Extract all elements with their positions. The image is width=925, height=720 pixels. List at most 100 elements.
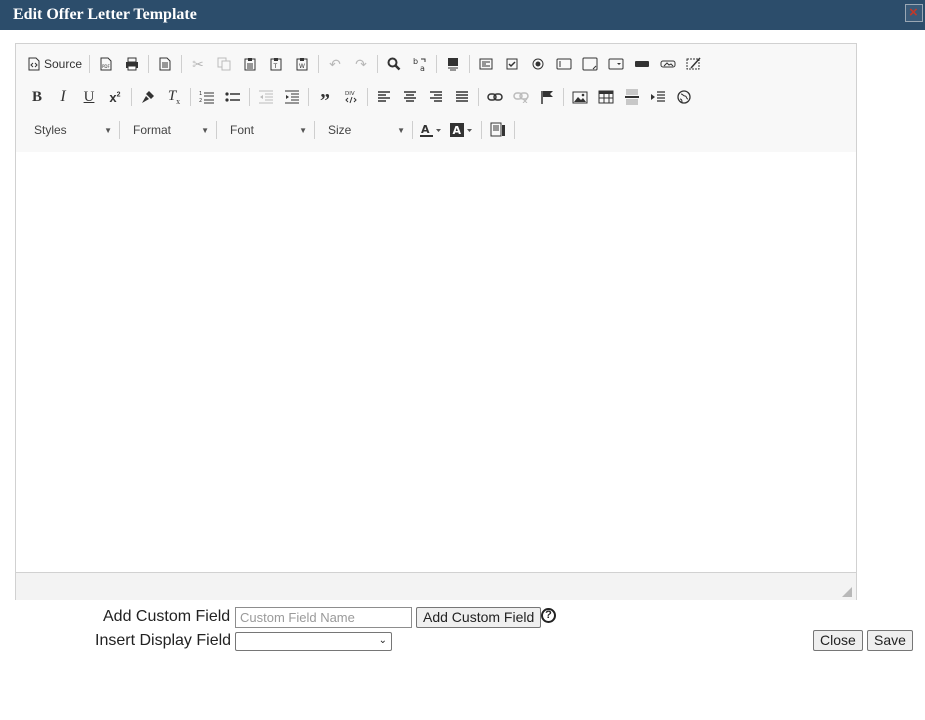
add-custom-field-button[interactable]: Add Custom Field xyxy=(416,607,542,628)
unlink-button[interactable] xyxy=(508,84,534,110)
button-widget-button[interactable] xyxy=(629,51,655,77)
background-color-button[interactable]: A xyxy=(446,117,478,143)
editor-status-bar xyxy=(16,572,856,600)
bold-icon: B xyxy=(31,88,42,105)
templates-button[interactable] xyxy=(152,51,178,77)
caret-down-icon: ▼ xyxy=(104,125,112,135)
toolbar-separator xyxy=(514,121,515,139)
size-dropdown[interactable]: Size ▼ xyxy=(318,118,409,142)
create-div-button[interactable]: DIV xyxy=(338,84,364,110)
table-button[interactable] xyxy=(593,84,619,110)
svg-text:1: 1 xyxy=(199,91,202,97)
blockquote-button[interactable]: ” xyxy=(312,84,338,111)
editor-content-area[interactable] xyxy=(16,152,856,572)
export-pdf-button[interactable]: PDF xyxy=(93,51,119,77)
close-button[interactable]: Close xyxy=(813,630,863,651)
select-all-button[interactable] xyxy=(440,51,466,77)
show-blocks-button[interactable] xyxy=(485,117,511,143)
print-button[interactable] xyxy=(119,51,145,77)
hidden-field-button[interactable] xyxy=(681,51,707,77)
save-button[interactable]: Save xyxy=(867,630,913,651)
insert-display-field-select[interactable]: ⌄ xyxy=(235,632,392,651)
image-button[interactable] xyxy=(567,84,593,110)
page-break-button[interactable] xyxy=(645,84,671,110)
iframe-button[interactable] xyxy=(671,84,697,110)
source-icon xyxy=(28,57,40,71)
paste-word-button[interactable]: W xyxy=(289,51,315,77)
source-label: Source xyxy=(44,57,83,71)
find-button[interactable] xyxy=(381,51,407,77)
toolbar-separator xyxy=(436,55,438,73)
checkbox-button[interactable] xyxy=(499,51,525,77)
caret-down-icon: ▼ xyxy=(397,125,405,135)
text-color-button[interactable]: A xyxy=(416,117,446,143)
undo-button[interactable]: ↶ xyxy=(322,51,348,77)
font-dropdown[interactable]: Font ▼ xyxy=(220,118,311,142)
background-color-icon: A xyxy=(450,123,472,137)
bold-button[interactable]: B xyxy=(24,84,50,110)
align-right-button[interactable] xyxy=(423,84,449,110)
horizontal-line-button[interactable] xyxy=(619,84,645,110)
toolbar-separator xyxy=(148,55,150,73)
checkbox-icon xyxy=(506,58,518,70)
clipboard-text-icon: T xyxy=(270,58,282,71)
align-left-icon xyxy=(378,91,390,102)
align-right-icon xyxy=(430,91,442,102)
copy-icon xyxy=(217,57,231,71)
select-icon xyxy=(608,58,624,70)
search-icon xyxy=(387,57,401,71)
format-dropdown[interactable]: Format ▼ xyxy=(123,118,213,142)
svg-text:b: b xyxy=(413,57,418,66)
copy-format-button[interactable] xyxy=(135,84,161,110)
toolbar-separator xyxy=(249,88,250,106)
anchor-button[interactable] xyxy=(534,84,560,110)
chevron-down-icon: ⌄ xyxy=(378,635,387,646)
print-icon xyxy=(126,57,139,71)
outdent-button[interactable] xyxy=(253,84,279,110)
indent-button[interactable] xyxy=(279,84,305,110)
italic-button[interactable]: I xyxy=(50,84,76,110)
source-button[interactable]: Source xyxy=(24,51,86,77)
superscript-button[interactable]: x2 xyxy=(102,84,128,110)
copy-button[interactable] xyxy=(211,51,237,77)
toolbar-separator xyxy=(190,88,191,106)
image-button-button[interactable] xyxy=(655,51,681,77)
numbered-list-icon: 12 xyxy=(199,91,214,104)
radio-button[interactable] xyxy=(525,51,551,77)
align-left-button[interactable] xyxy=(371,84,397,110)
indent-icon xyxy=(285,90,299,104)
document-icon xyxy=(159,57,171,71)
rich-text-editor: Source PDF ✂ T W ↶ ↷ b a B I U x2 Tx 1 2… xyxy=(15,43,857,600)
textarea-button[interactable] xyxy=(577,51,603,77)
custom-field-name-input[interactable] xyxy=(235,607,412,628)
select-field-button[interactable] xyxy=(603,51,629,77)
toolbar-separator xyxy=(469,55,471,73)
replace-button[interactable]: ba xyxy=(407,51,433,77)
dialog-titlebar: Edit Offer Letter Template × xyxy=(0,0,925,30)
toolbar-separator xyxy=(478,88,479,106)
underline-button[interactable]: U xyxy=(76,84,102,110)
link-button[interactable] xyxy=(482,84,508,110)
remove-format-button[interactable]: Tx xyxy=(161,84,187,110)
styles-dropdown[interactable]: Styles ▼ xyxy=(24,118,116,142)
dialog-close-button[interactable]: × xyxy=(905,4,923,22)
bulleted-list-button[interactable] xyxy=(220,84,246,110)
text-field-button[interactable] xyxy=(551,51,577,77)
toolbar-separator xyxy=(89,55,91,73)
paste-text-button[interactable]: T xyxy=(263,51,289,77)
superscript-icon: x2 xyxy=(109,89,121,105)
numbered-list-button[interactable]: 12 xyxy=(194,84,220,110)
cut-button[interactable]: ✂ xyxy=(185,51,211,77)
paste-button[interactable] xyxy=(237,51,263,77)
redo-button[interactable]: ↷ xyxy=(348,51,374,77)
textarea-icon xyxy=(582,57,598,71)
form-button[interactable] xyxy=(473,51,499,77)
paintbrush-icon xyxy=(142,91,154,103)
resize-handle-icon[interactable] xyxy=(842,587,852,597)
italic-icon: I xyxy=(60,88,66,105)
redo-icon: ↷ xyxy=(355,55,367,72)
toolbar-separator xyxy=(367,88,368,106)
align-center-button[interactable] xyxy=(397,84,423,110)
help-icon[interactable]: ? xyxy=(541,608,556,623)
justify-button[interactable] xyxy=(449,84,475,110)
